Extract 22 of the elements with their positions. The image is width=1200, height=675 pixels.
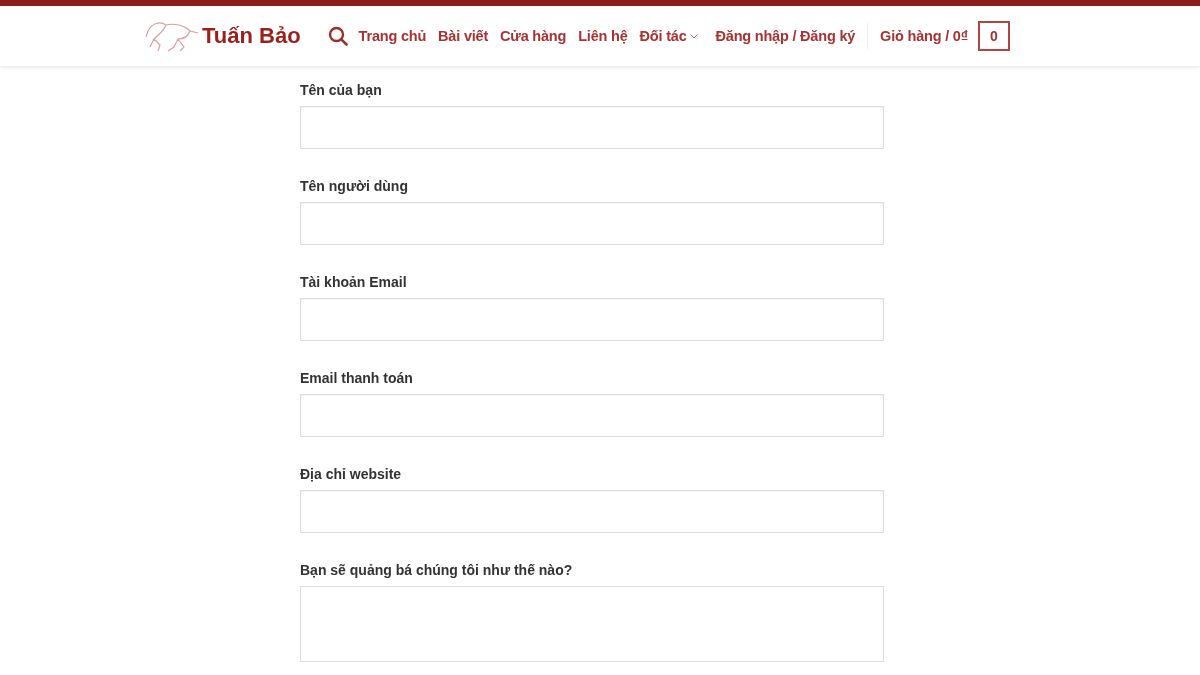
cart-count-badge[interactable]: 0	[977, 21, 1010, 51]
cart-link[interactable]: Giỏ hàng / 0₫	[880, 28, 968, 44]
field-label: Tên của bạn	[300, 82, 383, 98]
nav-link[interactable]: Cửa hàng	[500, 28, 567, 44]
site-logo[interactable]: Tuấn Bảo	[202, 23, 301, 49]
nav-link[interactable]: Đối tác	[639, 28, 698, 44]
input-field[interactable]	[300, 394, 884, 437]
nav-link[interactable]: Trang chủ	[358, 28, 427, 44]
input-field[interactable]	[300, 490, 884, 533]
nav-link[interactable]: Liên hệ	[578, 28, 628, 44]
input-field[interactable]	[300, 106, 884, 149]
input-field[interactable]	[300, 202, 884, 245]
input-field[interactable]	[300, 298, 884, 341]
nav-link[interactable]: Bài viết	[438, 28, 489, 44]
textarea-field[interactable]	[300, 586, 884, 662]
search-icon[interactable]	[327, 26, 348, 46]
field-label: Tài khoản Email	[300, 274, 408, 290]
field-label: Bạn sẽ quảng bá chúng tôi như thế nào?	[300, 562, 574, 578]
field-label: Email thanh toán	[300, 370, 414, 386]
field-label: Địa chỉ website	[300, 466, 403, 482]
login-link[interactable]: Đăng nhập / Đăng ký	[715, 28, 856, 44]
field-label: Tên người dùng	[300, 178, 409, 194]
